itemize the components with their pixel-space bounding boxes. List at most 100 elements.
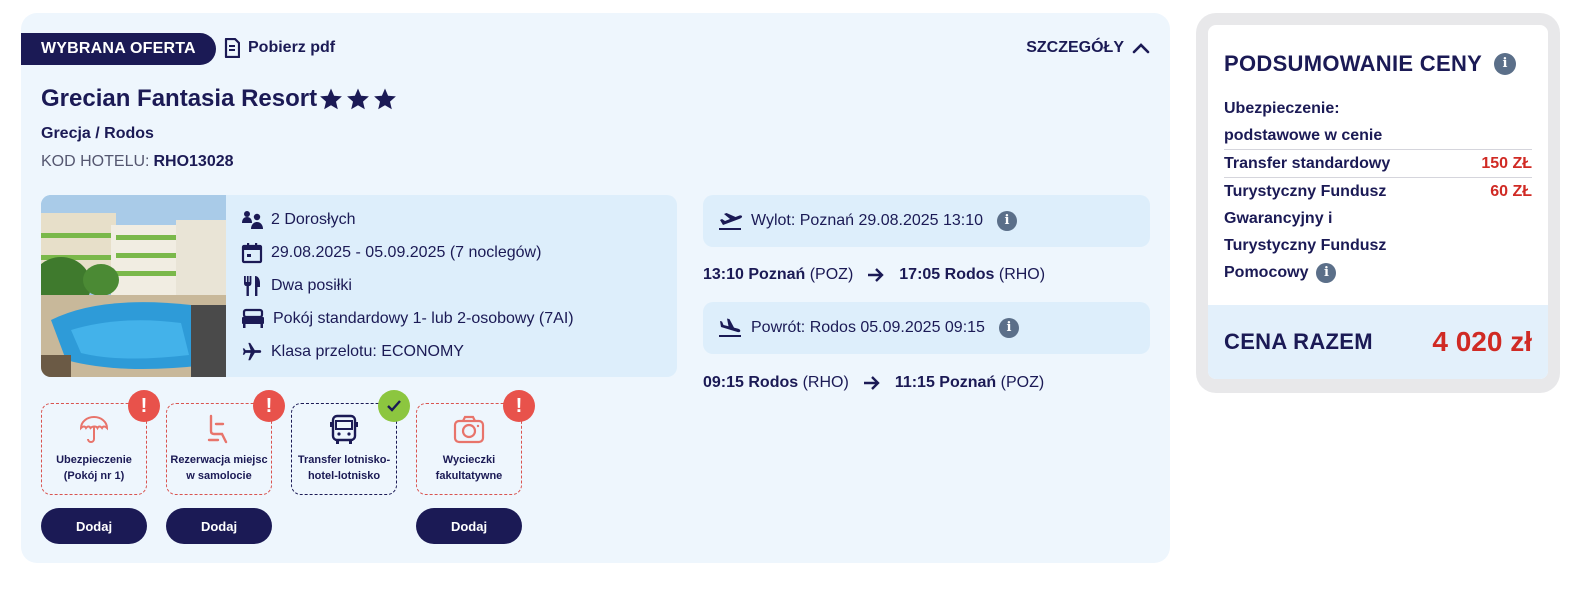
arrow-right-icon [868, 268, 884, 282]
return-dep-time: 09:15 Rodos [703, 374, 799, 391]
alert-icon: ! [503, 390, 535, 422]
offer-card: WYBRANA OFERTA Pobierz pdf SZCZEGÓŁY Gre… [21, 13, 1170, 563]
room-text: Pokój standardowy 1- lub 2-osobowy (7AI) [273, 309, 574, 327]
summary-title: PODSUMOWANIE CENY [1224, 51, 1483, 76]
people-icon [242, 210, 263, 229]
add-excursions-button[interactable]: Dodaj [416, 508, 522, 544]
arrow-right-icon [863, 376, 880, 390]
alert-icon: ! [253, 390, 285, 422]
service-label: Rezerwacja miejsc [170, 454, 268, 466]
download-pdf-link[interactable]: Pobierz pdf [224, 38, 335, 58]
return-header-text: Powrót: Rodos 05.09.2025 09:15 [751, 319, 985, 336]
service-label: (Pokój nr 1) [63, 470, 125, 482]
return-flight-header: Powrót: Rodos 05.09.2025 09:15 i [703, 302, 1150, 354]
total-label: CENA RAZEM [1224, 329, 1373, 354]
hotel-code-label: KOD HOTELU: [41, 153, 150, 170]
hotel-stars [319, 87, 397, 111]
insurance-value: podstawowe w cenie [1224, 127, 1383, 144]
flight-class-row: Klasa przelotu: ECONOMY [241, 335, 574, 368]
camera-icon [453, 415, 485, 444]
chevron-up-icon [1132, 43, 1150, 54]
calendar-icon [241, 242, 263, 263]
hotel-name-row: Grecian Fantasia Resort [41, 85, 397, 113]
return-arr-time: 11:15 Poznań [894, 374, 997, 391]
hotel-region: Grecja / Rodos [41, 125, 154, 142]
outbound-dep-code: (POZ) [809, 266, 854, 283]
star-icon [374, 88, 397, 110]
fund-price: 60 ZŁ [1490, 183, 1532, 200]
outbound-flight-header: Wylot: Poznań 29.08.2025 13:10 i [703, 195, 1150, 247]
summary-rows: Ubezpieczenie: podstawowe w cenie Transf… [1224, 95, 1532, 286]
service-label: hotel-lotnisko [307, 470, 381, 482]
service-transfer[interactable]: Transfer lotnisko-hotel-lotnisko [291, 390, 410, 495]
download-pdf-label: Pobierz pdf [248, 39, 336, 56]
service-excursions[interactable]: Wycieczki fakultatywne ! [416, 390, 535, 495]
outbound-dep-time: 13:10 Poznań [703, 266, 806, 283]
return-arr-code: (POZ) [1000, 374, 1045, 391]
star-icon [347, 88, 370, 110]
insurance-row: Ubezpieczenie: [1224, 95, 1532, 122]
info-icon[interactable]: i [997, 211, 1018, 231]
transfer-label: Transfer standardowy [1224, 155, 1391, 172]
fork-knife-icon [244, 275, 260, 296]
landing-icon [719, 318, 741, 337]
document-icon [224, 38, 240, 58]
fund-label-3: Turystyczny Fundusz [1224, 237, 1387, 254]
fund-row-3: Turystyczny Fundusz [1224, 232, 1532, 259]
outbound-arr-code: (RHO) [998, 266, 1046, 283]
price-summary-panel: PODSUMOWANIE CENY i Ubezpieczenie: podst… [1196, 13, 1560, 393]
meals-text: Dwa posiłki [271, 276, 352, 294]
dates-row: 29.08.2025 - 05.09.2025 (7 noclegów) [241, 236, 574, 269]
room-row: Pokój standardowy 1- lub 2-osobowy (7AI) [241, 302, 574, 335]
outbound-arr-time: 17:05 Rodos [899, 266, 995, 283]
details-label: SZCZEGÓŁY [1026, 39, 1124, 56]
insurance-value-row: podstawowe w cenie [1224, 122, 1532, 149]
alert-icon: ! [128, 390, 160, 422]
hotel-name: Grecian Fantasia Resort [41, 85, 318, 112]
info-icon[interactable]: i [1494, 53, 1517, 75]
star-icon [320, 88, 343, 110]
guests-row: 2 Dorosłych [241, 203, 574, 236]
service-seat-reservation[interactable]: Rezerwacja miejsc w samolocie ! [166, 390, 285, 495]
details-toggle[interactable]: SZCZEGÓŁY [1026, 39, 1150, 57]
takeoff-icon [719, 213, 743, 230]
add-seat-reservation-button[interactable]: Dodaj [166, 508, 272, 544]
meals-row: Dwa posiłki [241, 269, 574, 302]
dates-text: 29.08.2025 - 05.09.2025 (7 noclegów) [271, 243, 542, 261]
airplane-icon [242, 342, 262, 360]
bed-icon [242, 308, 264, 328]
outbound-route: 13:10 Poznań (POZ) 17:05 Rodos (RHO) [703, 266, 1045, 284]
outbound-header-text: Wylot: Poznań 29.08.2025 13:10 [751, 212, 984, 229]
service-label: w samolocie [186, 470, 252, 482]
total-price-bar: CENA RAZEM 4 020 zł [1208, 305, 1548, 379]
selected-offer-badge: WYBRANA OFERTA [21, 33, 216, 65]
service-label: Transfer lotnisko- [297, 454, 391, 466]
info-icon[interactable]: i [1316, 262, 1337, 283]
fund-row: Turystyczny Fundusz 60 ZŁ [1224, 177, 1532, 205]
fund-label-4: Pomocowy [1224, 264, 1309, 281]
flight-class-text: Klasa przelotu: ECONOMY [271, 342, 464, 360]
fund-label-1: Turystyczny Fundusz [1224, 183, 1387, 200]
service-label: fakultatywne [435, 470, 503, 482]
hotel-code: KOD HOTELU: RHO13028 [41, 153, 234, 171]
hotel-photo[interactable] [41, 195, 226, 377]
price-summary-card: PODSUMOWANIE CENY i Ubezpieczenie: podst… [1208, 25, 1548, 379]
check-icon [378, 390, 410, 422]
transfer-row: Transfer standardowy 150 ZŁ [1224, 149, 1532, 177]
total-value: 4 020 zł [1432, 326, 1532, 357]
fund-row-2: Gwarancyjny i [1224, 205, 1532, 232]
return-dep-code: (RHO) [802, 374, 849, 391]
umbrella-icon [79, 416, 109, 443]
transfer-price: 150 ZŁ [1481, 155, 1532, 172]
service-insurance[interactable]: Ubezpieczenie (Pokój nr 1) ! [41, 390, 160, 495]
summary-title-row: PODSUMOWANIE CENY i [1224, 51, 1517, 77]
service-label: Ubezpieczenie [56, 454, 132, 466]
return-route: 09:15 Rodos (RHO) 11:15 Poznań (POZ) [703, 374, 1044, 392]
add-insurance-button[interactable]: Dodaj [41, 508, 147, 544]
offer-info-box: 2 Dorosłych 29.08.2025 - 05.09.2025 (7 n… [41, 195, 677, 377]
fund-label-2: Gwarancyjny i [1224, 210, 1333, 227]
info-icon[interactable]: i [998, 318, 1019, 338]
offer-info-list: 2 Dorosłych 29.08.2025 - 05.09.2025 (7 n… [241, 203, 574, 368]
fund-row-4: Pomocowy i [1224, 259, 1532, 286]
service-label: Wycieczki [442, 454, 496, 466]
